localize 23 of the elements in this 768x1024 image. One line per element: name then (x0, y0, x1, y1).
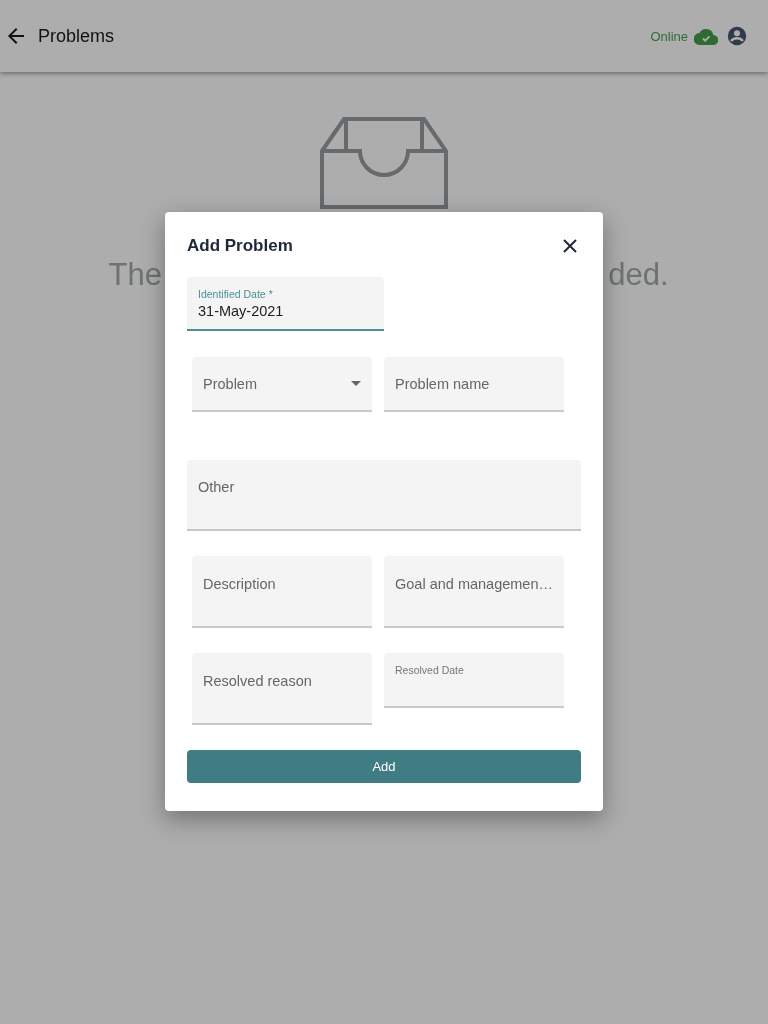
date-field[interactable]: Resolved Date (384, 653, 564, 708)
input-field[interactable]: Other (187, 460, 581, 531)
inbox-icon (320, 117, 448, 209)
account-icon[interactable] (726, 25, 748, 47)
cloud-check-icon (694, 27, 718, 45)
field-label: Identified Date * (198, 288, 273, 300)
empty-message: The (108, 257, 162, 293)
dropdown-placeholder: Problem (203, 375, 257, 392)
field-label: Resolved Date (395, 664, 464, 676)
date-field[interactable]: Identified Date * 31-May-2021 (187, 277, 384, 331)
empty-message: ded. (608, 257, 669, 293)
close-icon[interactable] (563, 239, 577, 253)
input-field[interactable]: Resolved reason (192, 653, 372, 725)
input-field[interactable]: Description (192, 556, 372, 628)
add-button[interactable]: Add (187, 750, 581, 783)
connection-status: Online (650, 28, 688, 44)
dialog-title: Add Problem (187, 236, 293, 256)
field-value: 31-May-2021 (198, 303, 284, 319)
page-title: Problems (38, 25, 116, 47)
input-field[interactable]: Goal and managemen… (384, 556, 564, 628)
caret-icon (351, 381, 361, 386)
input-field[interactable]: Problem name (384, 357, 564, 412)
dropdown-field[interactable]: Problem (192, 357, 372, 412)
